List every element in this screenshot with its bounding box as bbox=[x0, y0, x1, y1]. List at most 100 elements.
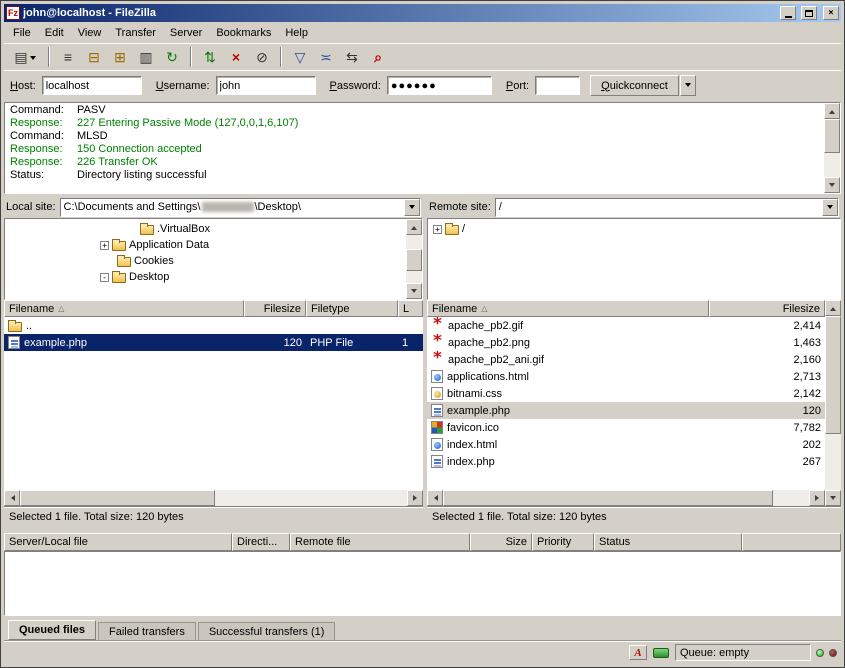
tab-queued-files[interactable]: Queued files bbox=[8, 620, 96, 640]
scrollbar-thumb[interactable] bbox=[824, 119, 840, 153]
disconnect-button[interactable]: ⊘ bbox=[250, 46, 274, 68]
queue-splitter[interactable] bbox=[4, 526, 841, 533]
scrollbar-thumb[interactable] bbox=[406, 249, 422, 271]
remote-list-hscrollbar[interactable] bbox=[427, 490, 825, 506]
quickconnect-button[interactable]: Quickconnect bbox=[590, 75, 679, 96]
close-button[interactable]: × bbox=[823, 6, 839, 20]
toolbar-separator bbox=[48, 47, 50, 67]
find-button[interactable]: ⌕ bbox=[366, 46, 390, 68]
refresh-button[interactable]: ↻ bbox=[160, 46, 184, 68]
expander-collapsed-icon[interactable]: + bbox=[433, 225, 442, 234]
file-row-example-php[interactable]: example.php120 bbox=[427, 402, 825, 419]
queue-column-server-local-file[interactable]: Server/Local file bbox=[4, 533, 232, 551]
file-row[interactable]: favicon.ico7,782 bbox=[427, 419, 825, 436]
remote-list-vscrollbar[interactable] bbox=[825, 300, 841, 506]
scrollbar-track[interactable] bbox=[773, 490, 809, 506]
quickconnect-dropdown-button[interactable] bbox=[680, 75, 696, 96]
expander-collapsed-icon[interactable]: + bbox=[100, 241, 109, 250]
file-row[interactable]: index.php267 bbox=[427, 453, 825, 470]
local-site-combobox[interactable]: C:\Documents and Settings\\Desktop\ bbox=[60, 198, 421, 217]
port-input[interactable] bbox=[535, 76, 580, 95]
tree-item-application-data[interactable]: +Application Data bbox=[5, 237, 406, 253]
column-header-filesize[interactable]: Filesize bbox=[709, 300, 825, 317]
file-row-parent-dir[interactable]: .. bbox=[4, 317, 423, 334]
scroll-up-button[interactable] bbox=[824, 103, 840, 119]
site-manager-button[interactable]: ▤ bbox=[8, 46, 42, 68]
toggle-remote-tree-button[interactable]: ⊞ bbox=[108, 46, 132, 68]
local-site-dropdown-button[interactable] bbox=[404, 199, 420, 216]
username-input[interactable] bbox=[216, 76, 316, 95]
menu-server[interactable]: Server bbox=[163, 25, 209, 41]
remote-site-combobox[interactable]: / bbox=[495, 198, 839, 217]
tree-item-cookies[interactable]: Cookies bbox=[5, 253, 406, 269]
maximize-button[interactable] bbox=[801, 6, 817, 20]
menu-edit[interactable]: Edit bbox=[38, 25, 71, 41]
tab-failed-transfers[interactable]: Failed transfers bbox=[98, 622, 196, 640]
local-tree-scrollbar[interactable] bbox=[406, 219, 422, 299]
scroll-left-button[interactable] bbox=[4, 490, 20, 506]
scroll-down-button[interactable] bbox=[824, 177, 840, 193]
menu-transfer[interactable]: Transfer bbox=[108, 25, 163, 41]
tree-item-virtualbox[interactable]: .VirtualBox bbox=[5, 221, 406, 237]
arrow-left-icon bbox=[8, 495, 15, 501]
menu-bookmarks[interactable]: Bookmarks bbox=[209, 25, 278, 41]
local-list-hscrollbar[interactable] bbox=[4, 490, 423, 506]
recv-activity-led bbox=[816, 649, 824, 657]
queue-column-remote-file[interactable]: Remote file bbox=[290, 533, 470, 551]
file-row[interactable]: applications.html2,713 bbox=[427, 368, 825, 385]
scrollbar-thumb[interactable] bbox=[825, 316, 841, 434]
column-header-filesize[interactable]: Filesize bbox=[244, 300, 306, 317]
filter-button[interactable]: ▽ bbox=[288, 46, 312, 68]
scroll-up-button[interactable] bbox=[825, 300, 841, 316]
menu-help[interactable]: Help bbox=[278, 25, 315, 41]
scrollbar-thumb[interactable] bbox=[20, 490, 215, 506]
toggle-queue-button[interactable]: ▥ bbox=[134, 46, 158, 68]
scrollbar-track[interactable] bbox=[406, 271, 422, 283]
scroll-right-button[interactable] bbox=[809, 490, 825, 506]
queue-column-status[interactable]: Status bbox=[594, 533, 742, 551]
scrollbar-track[interactable] bbox=[406, 235, 422, 249]
scroll-up-button[interactable] bbox=[406, 219, 422, 235]
scroll-down-button[interactable] bbox=[406, 283, 422, 299]
menu-file[interactable]: File bbox=[6, 25, 38, 41]
titlebar[interactable]: Fz john@localhost - FileZilla × bbox=[4, 4, 841, 22]
password-input[interactable] bbox=[387, 76, 492, 95]
file-row[interactable]: bitnami.css2,142 bbox=[427, 385, 825, 402]
file-row[interactable]: index.html202 bbox=[427, 436, 825, 453]
queue-column-priority[interactable]: Priority bbox=[532, 533, 594, 551]
speed-limits-icon[interactable] bbox=[652, 645, 670, 660]
file-row[interactable]: *apache_pb2.png1,463 bbox=[427, 334, 825, 351]
queue-column-size[interactable]: Size bbox=[470, 533, 532, 551]
sync-browsing-button[interactable]: ⇆ bbox=[340, 46, 364, 68]
scrollbar-track[interactable] bbox=[825, 434, 841, 490]
scroll-down-button[interactable] bbox=[825, 490, 841, 506]
tab-successful-transfers[interactable]: Successful transfers (1) bbox=[198, 622, 336, 640]
menu-view[interactable]: View bbox=[71, 25, 109, 41]
column-header-last-modified[interactable]: L bbox=[398, 300, 423, 317]
column-header-filetype[interactable]: Filetype bbox=[306, 300, 398, 317]
transfer-type-icon[interactable] bbox=[629, 645, 647, 660]
toggle-log-button[interactable]: ≡ bbox=[56, 46, 80, 68]
column-header-filename[interactable]: Filename△ bbox=[427, 300, 709, 317]
host-input[interactable] bbox=[42, 76, 142, 95]
scroll-left-button[interactable] bbox=[427, 490, 443, 506]
log-scrollbar[interactable] bbox=[824, 103, 840, 193]
tree-item-root[interactable]: +/ bbox=[428, 221, 840, 237]
file-row[interactable]: *apache_pb2.gif2,414 bbox=[427, 317, 825, 334]
minimize-button[interactable] bbox=[780, 6, 796, 20]
compare-button[interactable]: ≍ bbox=[314, 46, 338, 68]
queue-list[interactable] bbox=[4, 551, 841, 616]
scrollbar-track[interactable] bbox=[215, 490, 407, 506]
file-row[interactable]: *apache_pb2_ani.gif2,160 bbox=[427, 351, 825, 368]
scrollbar-thumb[interactable] bbox=[443, 490, 773, 506]
scroll-right-button[interactable] bbox=[407, 490, 423, 506]
queue-column-direction[interactable]: Directi... bbox=[232, 533, 290, 551]
process-queue-button[interactable]: ⇅ bbox=[198, 46, 222, 68]
remote-site-dropdown-button[interactable] bbox=[822, 199, 838, 216]
tree-item-desktop[interactable]: -Desktop bbox=[5, 269, 406, 285]
cancel-button[interactable]: × bbox=[224, 46, 248, 68]
toggle-local-tree-button[interactable]: ⊟ bbox=[82, 46, 106, 68]
expander-expanded-icon[interactable]: - bbox=[100, 273, 109, 282]
file-row-example-php[interactable]: example.php 120 PHP File 1 bbox=[4, 334, 423, 351]
column-header-filename[interactable]: Filename△ bbox=[4, 300, 244, 317]
